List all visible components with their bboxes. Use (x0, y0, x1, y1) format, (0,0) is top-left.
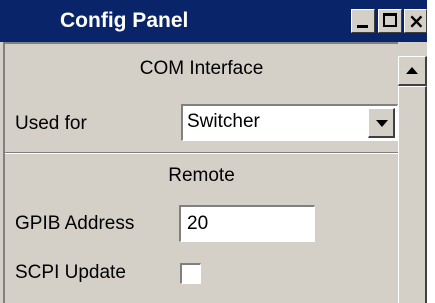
panel-content: COM Interface Used for Switcher Remote G… (3, 42, 398, 303)
scpi-update-checkbox[interactable] (180, 263, 201, 284)
dropdown-button[interactable] (368, 108, 395, 138)
window-title: Config Panel (60, 9, 189, 32)
chevron-down-icon (376, 120, 388, 127)
minimize-button[interactable] (351, 9, 375, 33)
minimize-icon (357, 25, 368, 28)
scpi-update-label: SCPI Update (15, 262, 126, 283)
used-for-dropdown[interactable]: Switcher (181, 104, 398, 141)
com-interface-heading: COM Interface (139, 58, 264, 79)
vertical-scrollbar[interactable] (398, 56, 427, 303)
gpib-address-value: 20 (187, 213, 209, 234)
chevron-up-icon (406, 67, 418, 74)
config-panel-window: Config Panel × COM Interface Used for Sw… (0, 0, 427, 303)
gpib-address-label: GPIB Address (15, 213, 135, 234)
maximize-button[interactable] (378, 9, 402, 33)
scroll-thumb[interactable] (398, 86, 427, 303)
section-divider (5, 152, 398, 154)
remote-heading: Remote (168, 165, 235, 186)
close-button[interactable]: × (404, 9, 427, 33)
close-icon: × (408, 9, 425, 33)
scroll-up-button[interactable] (398, 56, 427, 86)
maximize-icon (383, 13, 397, 27)
gpib-address-input[interactable]: 20 (179, 205, 315, 242)
title-bar[interactable]: Config Panel × (0, 0, 427, 42)
used-for-value: Switcher (187, 111, 260, 132)
used-for-label: Used for (15, 113, 87, 134)
